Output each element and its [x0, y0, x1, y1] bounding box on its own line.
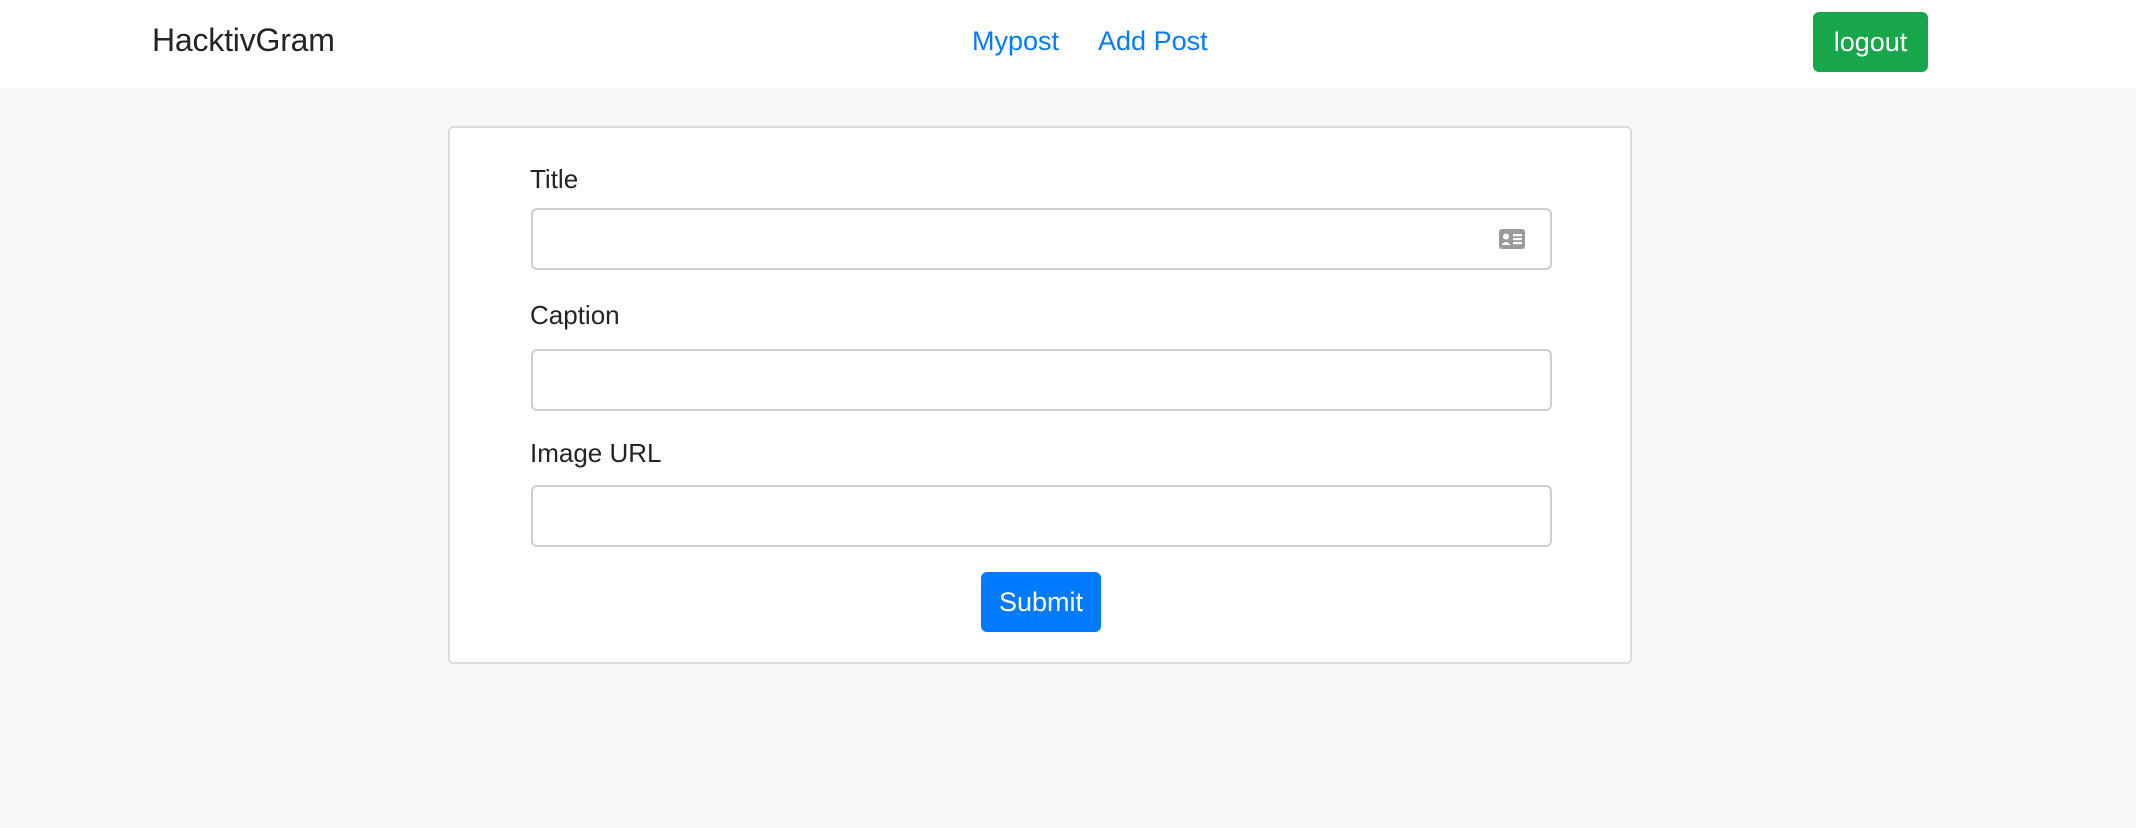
- navbar: HacktivGram Mypost Add Post logout: [0, 0, 2136, 88]
- title-input[interactable]: [531, 208, 1552, 270]
- submit-button[interactable]: Submit: [981, 572, 1101, 632]
- logout-button[interactable]: logout: [1813, 12, 1928, 72]
- brand-logo[interactable]: HacktivGram: [152, 22, 335, 59]
- caption-input[interactable]: [531, 349, 1552, 411]
- image-url-label: Image URL: [530, 438, 662, 468]
- caption-label: Caption: [530, 300, 620, 330]
- nav-link-add-post[interactable]: Add Post: [1098, 26, 1208, 57]
- add-post-form-card: Title Caption Image URL Submit: [448, 126, 1632, 664]
- title-label: Title: [530, 164, 579, 194]
- nav-link-mypost[interactable]: Mypost: [972, 26, 1059, 57]
- contact-card-icon: [1499, 229, 1525, 249]
- image-url-input[interactable]: [531, 485, 1552, 547]
- nav-links: Mypost Add Post: [972, 26, 1208, 57]
